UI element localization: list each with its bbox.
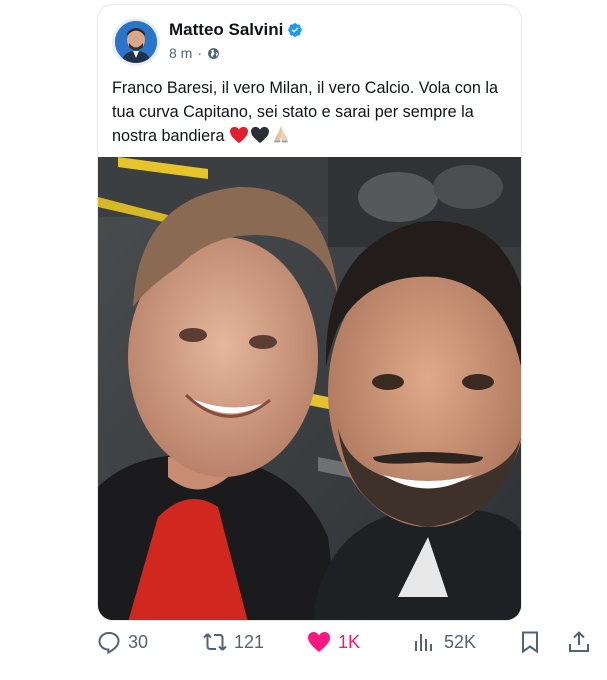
views-icon <box>415 634 432 651</box>
bookmark-button[interactable] <box>518 630 542 654</box>
post-header: Matteo Salvini 8 m · <box>112 18 512 68</box>
repost-button[interactable]: 121 <box>203 630 264 654</box>
repost-count: 121 <box>234 631 265 652</box>
post-card[interactable]: Matteo Salvini 8 m · Franco Baresi, il v… <box>97 4 522 621</box>
globe-icon <box>208 47 219 59</box>
like-count: 1K <box>338 631 361 652</box>
black-heart-icon <box>251 126 269 144</box>
heart-icon <box>308 632 330 652</box>
post-text-body: Franco Baresi, il vero Milan, il vero Ca… <box>112 79 498 145</box>
post-text: Franco Baresi, il vero Milan, il vero Ca… <box>112 76 520 148</box>
share-button[interactable] <box>567 630 591 654</box>
post-photo[interactable] <box>98 157 521 620</box>
author-name[interactable]: Matteo Salvini <box>169 20 283 40</box>
author-row: Matteo Salvini <box>169 20 303 40</box>
reply-button[interactable]: 30 <box>97 630 148 654</box>
meta-separator: · <box>197 45 203 61</box>
views-count: 52K <box>444 631 477 652</box>
action-bar: 30 121 1K 52K <box>97 630 597 662</box>
red-heart-icon <box>230 126 248 144</box>
folded-hands-icon <box>274 125 288 143</box>
avatar[interactable] <box>112 18 160 66</box>
repost-icon <box>203 633 227 651</box>
verified-badge-icon <box>288 23 303 37</box>
views-button[interactable]: 52K <box>413 630 476 654</box>
reply-count: 30 <box>128 631 149 652</box>
post-meta: 8 m · <box>169 45 220 61</box>
reply-icon <box>98 631 120 654</box>
photo-image <box>98 157 521 620</box>
post-time[interactable]: 8 m <box>169 45 192 61</box>
like-button[interactable]: 1K <box>307 630 360 654</box>
share-icon <box>569 631 589 652</box>
bookmark-icon <box>522 631 538 654</box>
